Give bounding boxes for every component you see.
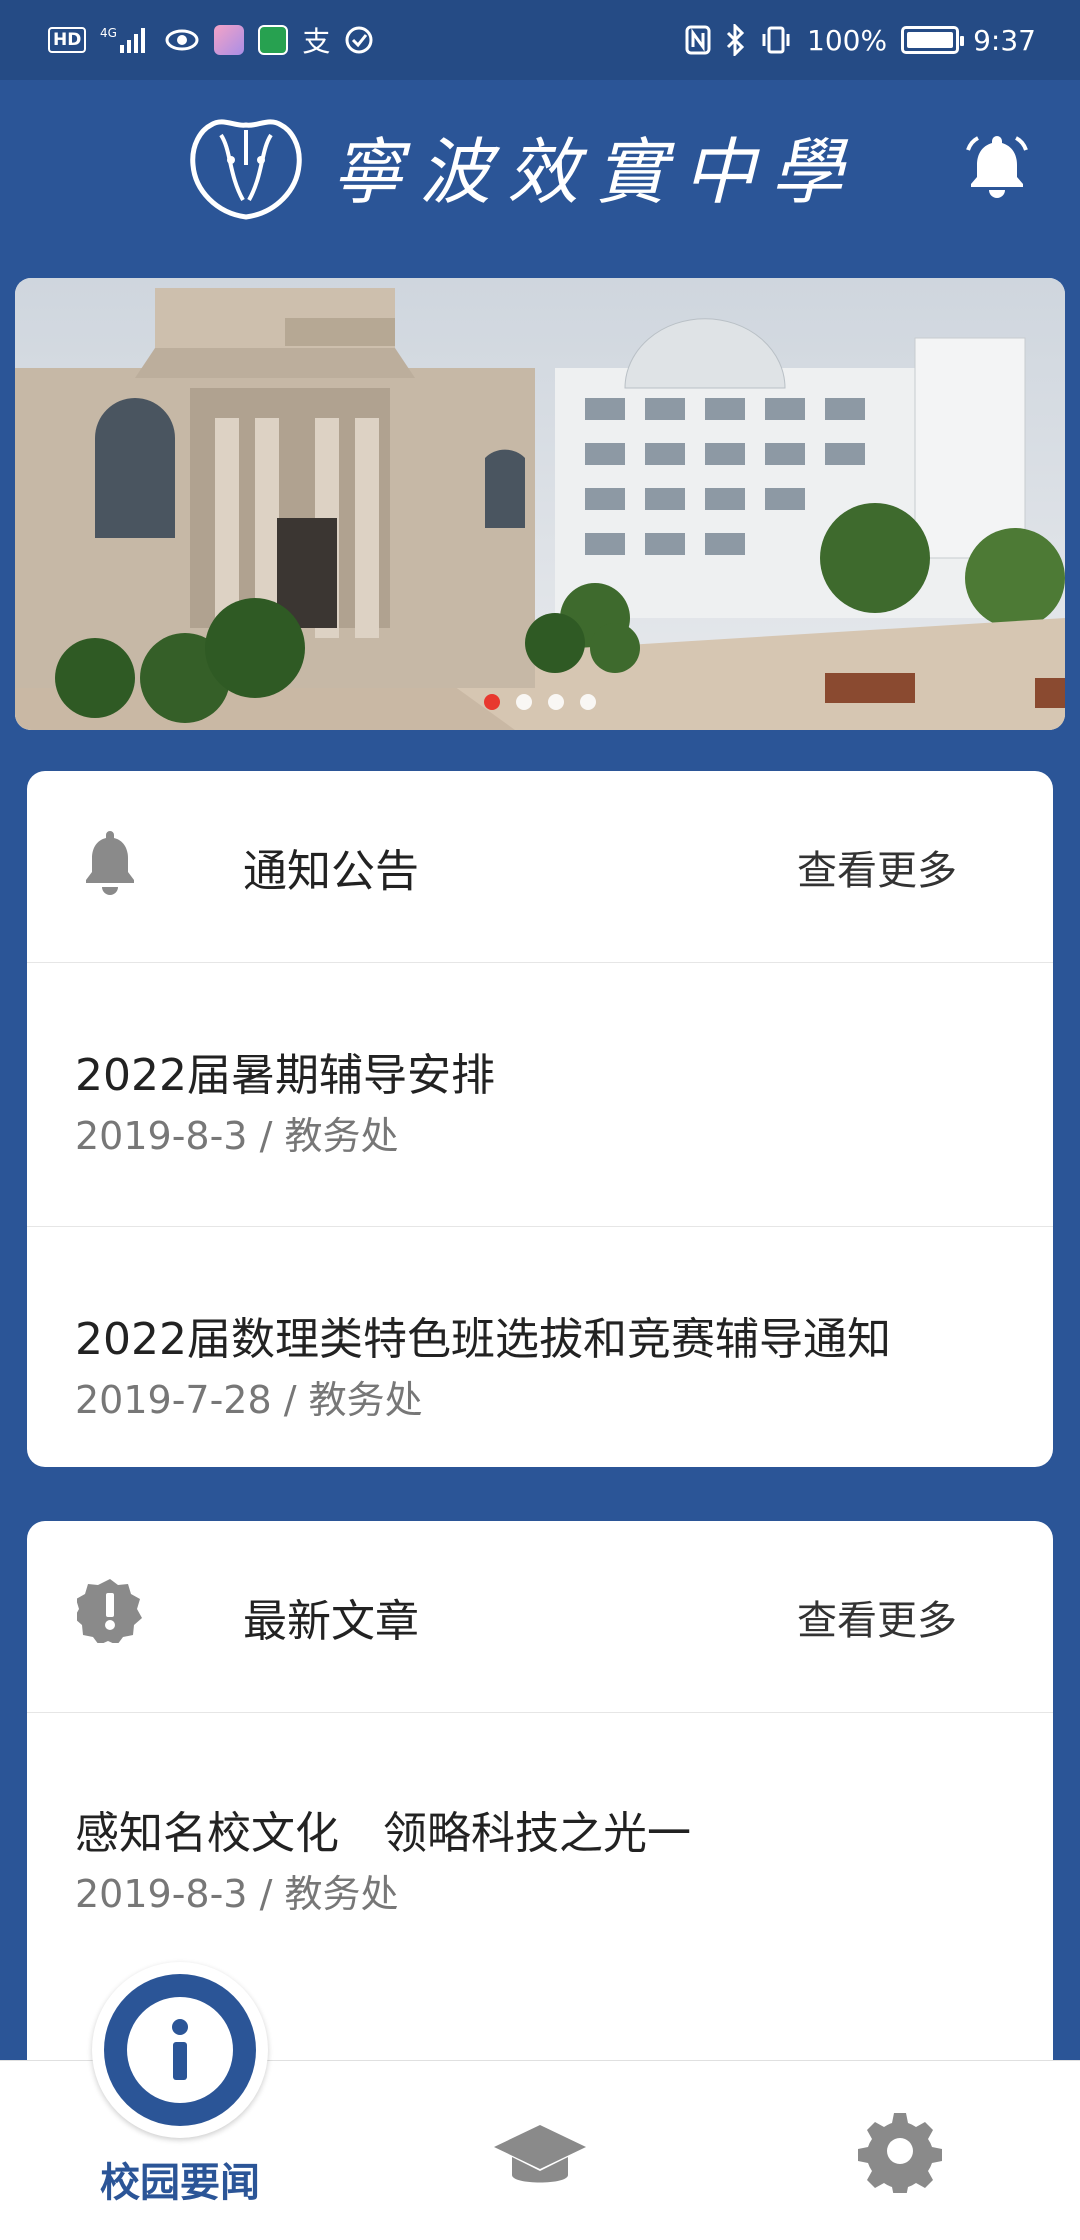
carousel-dot[interactable] bbox=[484, 694, 500, 710]
app-notification-icon bbox=[214, 25, 245, 55]
gear-icon bbox=[858, 2113, 942, 2193]
battery-icon bbox=[901, 26, 965, 54]
notice-meta: 2019-8-3 / 教务处 bbox=[75, 1114, 399, 1158]
notice-title: 2022届数理类特色班选拔和竞赛辅导通知 bbox=[75, 1314, 891, 1365]
alert-badge-icon bbox=[77, 1579, 142, 1643]
banner-carousel[interactable] bbox=[15, 278, 1065, 730]
articles-more-link[interactable]: 查看更多 bbox=[797, 1588, 957, 1646]
article-title: 感知名校文化 领略科技之光一 bbox=[75, 1808, 691, 1859]
check-circle-icon bbox=[344, 25, 374, 55]
notice-item[interactable]: 2022届数理类特色班选拔和竞赛辅导通知 2019-7-28 / 教务处 bbox=[27, 1227, 1053, 1467]
campus-photo bbox=[15, 278, 1065, 730]
nav-item-campus-news[interactable] bbox=[104, 1974, 256, 2126]
app-header: 寧波效實中學 bbox=[0, 80, 1080, 250]
graduation-cap-icon bbox=[494, 2125, 586, 2183]
status-right: 100% 9:37 bbox=[685, 24, 1036, 57]
carousel-dots bbox=[15, 694, 1065, 710]
school-emblem-icon bbox=[190, 119, 302, 220]
notices-title: 通知公告 bbox=[243, 845, 419, 897]
bluetooth-icon bbox=[725, 24, 745, 56]
carousel-dot[interactable] bbox=[516, 694, 532, 710]
carousel-dot[interactable] bbox=[580, 694, 596, 710]
notification-bell-button[interactable] bbox=[964, 132, 1030, 198]
svg-text:4G: 4G bbox=[100, 26, 117, 40]
article-item[interactable]: 感知名校文化 领略科技之光一 2019-8-3 / 教务处 bbox=[27, 1713, 1053, 1977]
nav-item-courses[interactable] bbox=[360, 2061, 720, 2240]
bell-icon bbox=[86, 831, 134, 895]
battery-percent: 100% bbox=[807, 23, 888, 57]
info-icon bbox=[127, 1997, 233, 2103]
nav-item-settings[interactable] bbox=[720, 2061, 1080, 2240]
clock: 9:37 bbox=[973, 23, 1036, 57]
app-notification-icon bbox=[258, 25, 289, 55]
bell-icon bbox=[966, 136, 1028, 198]
articles-card-header: 最新文章 查看更多 bbox=[27, 1521, 1053, 1713]
alipay-icon: 支 bbox=[302, 25, 331, 58]
vibrate-icon bbox=[759, 25, 793, 55]
nav-label-campus-news[interactable]: 校园要闻 bbox=[0, 2150, 360, 2208]
notices-more-link[interactable]: 查看更多 bbox=[797, 838, 957, 896]
notices-card: 通知公告 查看更多 2022届暑期辅导安排 2019-8-3 / 教务处 202… bbox=[27, 771, 1053, 1467]
article-meta: 2019-8-3 / 教务处 bbox=[75, 1872, 399, 1916]
status-left: HD 4G 支 bbox=[48, 20, 374, 60]
school-name: 寧波效實中學 bbox=[330, 129, 859, 214]
nfc-icon bbox=[685, 25, 711, 55]
eye-icon bbox=[164, 27, 200, 53]
carousel-dot[interactable] bbox=[548, 694, 564, 710]
notice-title: 2022届暑期辅导安排 bbox=[75, 1050, 495, 1101]
notices-card-header: 通知公告 查看更多 bbox=[27, 771, 1053, 963]
signal-icon: 4G bbox=[100, 25, 150, 55]
school-logo: 寧波效實中學 bbox=[181, 105, 859, 225]
articles-title: 最新文章 bbox=[243, 1595, 419, 1647]
notice-meta: 2019-7-28 / 教务处 bbox=[75, 1378, 423, 1422]
notice-item[interactable]: 2022届暑期辅导安排 2019-8-3 / 教务处 bbox=[27, 963, 1053, 1227]
hd-icon: HD bbox=[48, 27, 87, 53]
status-bar: HD 4G 支 100% 9:37 bbox=[0, 0, 1080, 80]
